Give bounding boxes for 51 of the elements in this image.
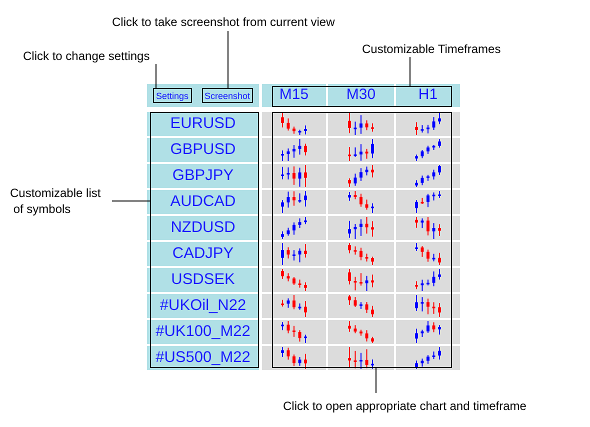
candlestick-drawing — [281, 347, 307, 369]
candlestick-drawing — [415, 165, 441, 187]
symbol-label[interactable]: #US500_M22 — [147, 346, 259, 370]
candlestick-drawing — [415, 295, 441, 317]
symbol-label[interactable]: GBPJPY — [147, 164, 259, 188]
candlestick-drawing — [348, 191, 374, 213]
candlestick-drawing — [415, 347, 441, 369]
candlestick-drawing — [415, 139, 441, 161]
annotation-text: Click to change settings — [23, 48, 150, 64]
candlestick-drawing — [281, 139, 307, 161]
candlestick-drawing — [348, 243, 374, 265]
candlestick-drawing — [281, 113, 307, 135]
candlestick-drawing — [281, 295, 307, 317]
symbol-label[interactable]: GBPUSD — [147, 138, 259, 162]
annotation-text: Click to take screenshot from current view — [112, 14, 335, 30]
candlestick-drawing — [415, 243, 441, 265]
candlestick-drawing — [281, 191, 307, 213]
annotation-text: Customizable Timeframes — [362, 41, 501, 57]
candlestick-drawing — [348, 321, 374, 343]
symbol-label[interactable]: NZDUSD — [147, 216, 259, 240]
timeframe-label[interactable]: M30 — [328, 84, 396, 107]
symbol-label[interactable]: USDSEK — [147, 268, 259, 292]
candlestick-drawing — [348, 269, 374, 291]
annotation-text: Customizable list of symbols — [10, 185, 101, 217]
candlestick-drawing — [281, 217, 307, 239]
timeframe-label[interactable]: H1 — [396, 84, 460, 107]
candlestick-drawing — [415, 217, 441, 239]
candlestick-drawing — [348, 139, 374, 161]
screenshot-button[interactable]: Screenshot — [202, 88, 254, 103]
candlestick-drawing — [281, 165, 307, 187]
candlestick-drawing — [348, 113, 374, 135]
candlestick-drawing — [281, 321, 307, 343]
candlestick-drawing — [348, 347, 374, 369]
symbol-label[interactable]: #UK100_M22 — [147, 320, 259, 344]
symbol-label[interactable]: AUDCAD — [147, 190, 259, 214]
candlestick-drawing — [348, 165, 374, 187]
symbol-label[interactable]: #UKOil_N22 — [147, 294, 259, 318]
candlestick-drawing — [348, 295, 374, 317]
candlestick-drawing — [415, 113, 441, 135]
symbol-label[interactable]: CADJPY — [147, 242, 259, 266]
settings-button[interactable]: Settings — [153, 88, 192, 103]
candlestick-drawing — [415, 191, 441, 213]
symbol-label[interactable]: EURUSD — [147, 112, 259, 136]
leader-line — [112, 200, 150, 202]
candlestick-drawing — [348, 217, 374, 239]
candlestick-drawing — [415, 321, 441, 343]
timeframe-label[interactable]: M15 — [262, 84, 328, 107]
candlestick-drawing — [415, 269, 441, 291]
annotation-text: Click to open appropriate chart and timeframe — [283, 398, 526, 414]
candlestick-drawing — [281, 243, 307, 265]
candlestick-drawing — [281, 269, 307, 291]
